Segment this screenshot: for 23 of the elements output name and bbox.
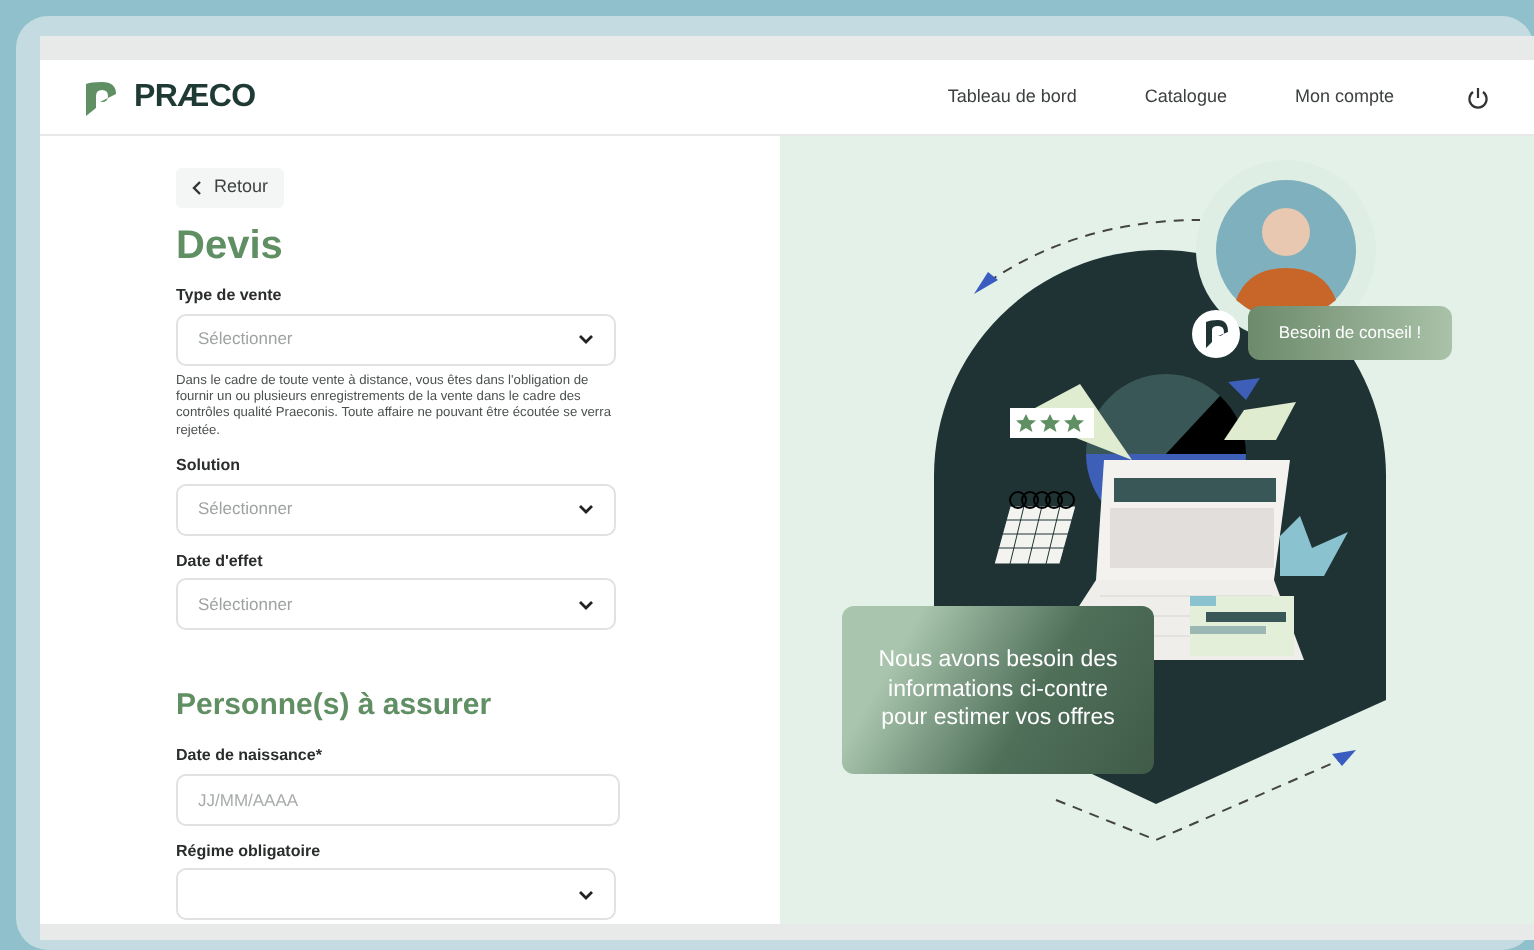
field-label: Solution <box>176 457 242 476</box>
section-title: Personne(s) à assurer <box>176 690 494 724</box>
logo-icon <box>84 79 118 115</box>
logo-badge-icon <box>1192 310 1240 358</box>
select-field[interactable] <box>176 868 616 921</box>
field-label: Date d'effet <box>176 553 265 571</box>
brand-name: PRÆCO <box>134 77 256 117</box>
input-field[interactable]: JJ/MM/AAAA <box>176 773 620 826</box>
nav-link[interactable]: Mon compte <box>1294 83 1394 111</box>
page-title: Devis <box>176 224 285 268</box>
field-label: Date de naissance* <box>176 747 324 766</box>
back-button[interactable]: Retour <box>176 168 285 208</box>
chevron-left-icon <box>192 180 202 196</box>
field-label: Régime obligatoire <box>176 843 323 861</box>
chevron-down-icon <box>578 889 594 900</box>
chevron-down-icon <box>578 334 594 345</box>
nav-link[interactable]: Tableau de bord <box>947 83 1077 111</box>
chevron-down-icon <box>578 599 594 610</box>
field-label: Type de vente <box>176 288 284 306</box>
chevron-down-icon <box>578 504 594 515</box>
nav-link[interactable]: Catalogue <box>1144 83 1227 111</box>
info-card: Nous avons besoin des informations ci-contre pour estimer vos offres <box>842 606 1154 774</box>
power-icon[interactable] <box>1466 85 1490 109</box>
